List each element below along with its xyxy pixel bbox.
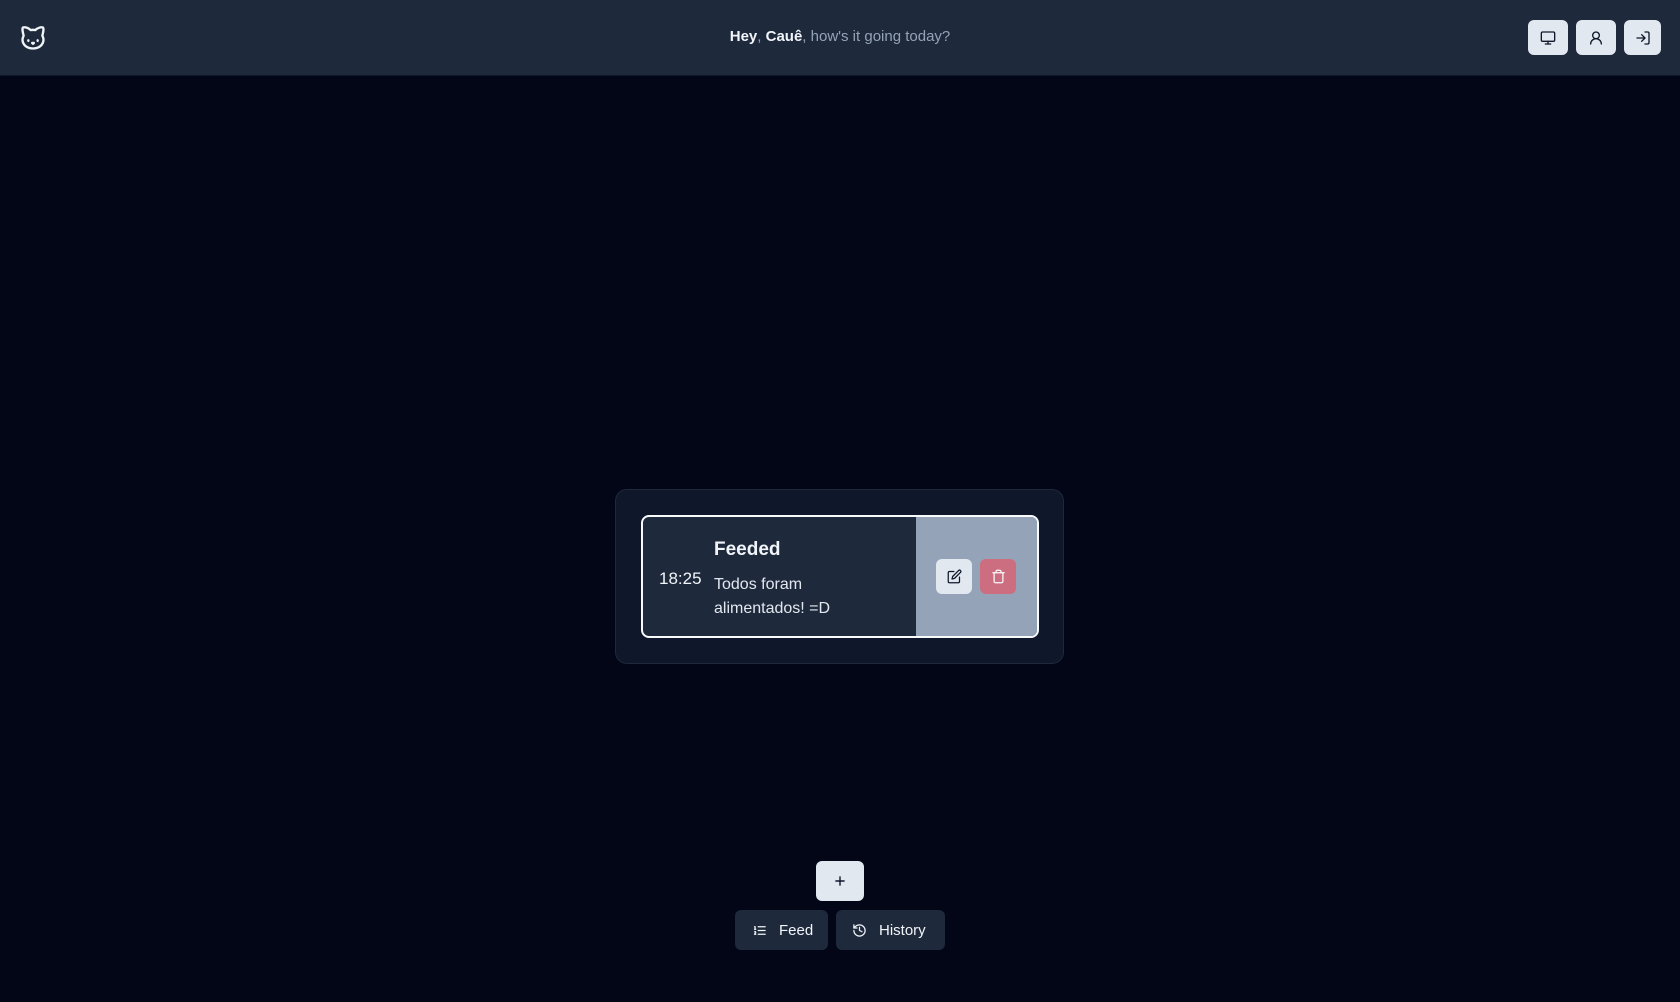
edit-entry-button[interactable] [936, 559, 972, 594]
entry-description: Todos foram alimentados! =D [714, 576, 831, 617]
feed-tab-label: Feed [779, 921, 814, 939]
greeting-rest: , how's it going today? [802, 28, 951, 45]
login-button[interactable] [1624, 20, 1661, 55]
top-bar: Hey, Cauê, how's it going today? [0, 0, 1680, 76]
entry-time: 18:25 [659, 569, 702, 588]
feed-panel: 18:25 Feeded Todos foram alimentados! =D [615, 489, 1064, 664]
edit-icon [947, 569, 961, 584]
history-tab-button[interactable]: History [836, 910, 945, 950]
log-in-icon [1635, 30, 1650, 45]
plus-icon [835, 876, 845, 886]
greeting-hey: Hey [729, 28, 758, 45]
entry-actions [916, 517, 1037, 636]
delete-entry-button[interactable] [980, 559, 1016, 594]
trash-icon [991, 569, 1005, 584]
greeting-text: Hey, Cauê, how's it going today? [0, 28, 1680, 45]
greeting-user-name: Cauê [765, 28, 803, 45]
feed-entry-card: 18:25 Feeded Todos foram alimentados! =D [641, 515, 1039, 638]
feed-tab-button[interactable]: Feed [735, 910, 828, 950]
theme-monitor-button[interactable] [1528, 20, 1568, 55]
history-icon [853, 923, 866, 937]
history-tab-label: History [879, 921, 926, 939]
user-icon [1590, 30, 1602, 45]
monitor-icon [1540, 30, 1556, 45]
list-ordered-icon [753, 925, 766, 935]
entry-title: Feeded [714, 539, 781, 560]
profile-button[interactable] [1576, 20, 1616, 55]
greeting-comma: , [757, 28, 762, 45]
add-entry-button[interactable] [816, 861, 864, 901]
